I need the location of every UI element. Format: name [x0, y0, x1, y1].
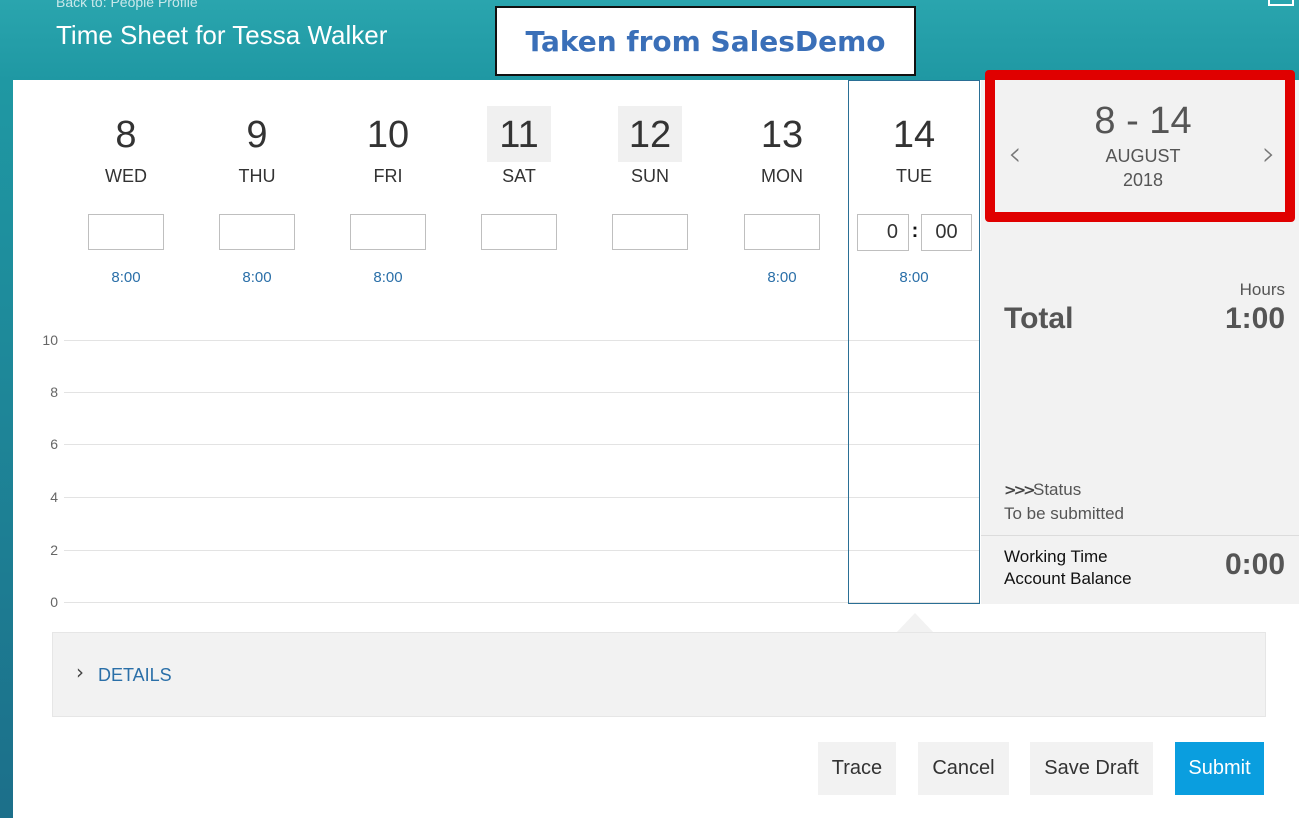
target-hours: 8:00: [242, 269, 272, 286]
balance-label: Working Time: [1004, 547, 1108, 566]
details-panel[interactable]: [52, 632, 1266, 717]
grid-line: [64, 444, 980, 445]
hours-input[interactable]: [88, 214, 164, 250]
divider: [981, 535, 1299, 536]
day-name: SAT: [502, 166, 536, 186]
hours-input[interactable]: [481, 214, 557, 250]
status-value: To be submitted: [1004, 504, 1125, 523]
hours-input[interactable]: [744, 214, 820, 250]
day-name: WED: [105, 166, 147, 186]
day-column-wed: 8 WED 8:00: [61, 80, 191, 290]
trace-button[interactable]: Trace: [818, 742, 896, 795]
save-draft-button[interactable]: Save Draft: [1030, 742, 1153, 795]
day-column-fri: 10 FRI 8:00: [323, 80, 453, 290]
grid-line: [64, 340, 980, 341]
hours-field[interactable]: 0: [857, 214, 909, 251]
y-axis-label: 10: [42, 332, 58, 348]
selected-day-frame[interactable]: [848, 80, 980, 604]
day-name: SUN: [630, 166, 669, 186]
balance-label: Account Balance: [1004, 569, 1132, 588]
left-edge: [0, 80, 13, 818]
period-year: 2018: [1122, 170, 1164, 190]
day-column-thu: 9 THU 8:00: [192, 80, 322, 290]
day-column-mon: 13 MON 8:00: [717, 80, 847, 290]
hours-label: Hours: [1239, 280, 1285, 299]
time-separator: :: [911, 220, 919, 242]
y-axis-label: 6: [50, 436, 58, 452]
day-number[interactable]: 8: [61, 114, 191, 157]
balance-value: 0:00: [1224, 548, 1285, 581]
status-label: Status: [1033, 480, 1082, 499]
grid-line: [64, 602, 980, 603]
y-axis-label: 8: [50, 384, 58, 400]
hours-input[interactable]: [612, 214, 688, 250]
chevron-right-icon[interactable]: ›: [76, 660, 84, 684]
details-toggle[interactable]: DETAILS: [98, 665, 172, 686]
y-axis-label: 0: [50, 594, 58, 610]
day-name: MON: [761, 166, 803, 186]
period-month: AUGUST: [1105, 146, 1181, 166]
day-column-sun: 12 SUN: [585, 80, 715, 290]
grid-line: [64, 550, 980, 551]
page-title: Time Sheet for Tessa Walker: [56, 20, 388, 50]
back-link[interactable]: Back to: People Profile: [56, 0, 198, 10]
hours-input[interactable]: [350, 214, 426, 250]
day-number[interactable]: 12: [585, 114, 715, 157]
watermark-label: Taken from SalesDemo: [495, 6, 916, 76]
day-number[interactable]: 10: [323, 114, 453, 157]
day-name: FRI: [373, 166, 403, 186]
target-hours: 8:00: [373, 269, 403, 286]
day-number[interactable]: 11: [454, 114, 584, 157]
day-number[interactable]: 13: [717, 114, 847, 157]
details-pointer: [896, 613, 934, 633]
grid-line: [64, 497, 980, 498]
day-number[interactable]: 9: [192, 114, 322, 157]
status-icon: >>>: [1004, 481, 1036, 499]
day-name: THU: [238, 166, 276, 186]
period-range: 8 - 14: [1094, 100, 1192, 142]
total-label: Total: [1004, 302, 1074, 335]
grid-line: [64, 392, 980, 393]
target-hours: 8:00: [111, 269, 141, 286]
total-value: 1:00: [1224, 302, 1285, 335]
day-column-sat: 11 SAT: [454, 80, 584, 290]
target-hours: 8:00: [767, 269, 797, 286]
y-axis-label: 2: [50, 542, 58, 558]
window-icon[interactable]: [1268, 0, 1294, 6]
cancel-button[interactable]: Cancel: [918, 742, 1009, 795]
submit-button[interactable]: Submit: [1175, 742, 1264, 795]
hours-input[interactable]: [219, 214, 295, 250]
y-axis-label: 4: [50, 489, 58, 505]
minutes-field[interactable]: 00: [921, 214, 972, 251]
